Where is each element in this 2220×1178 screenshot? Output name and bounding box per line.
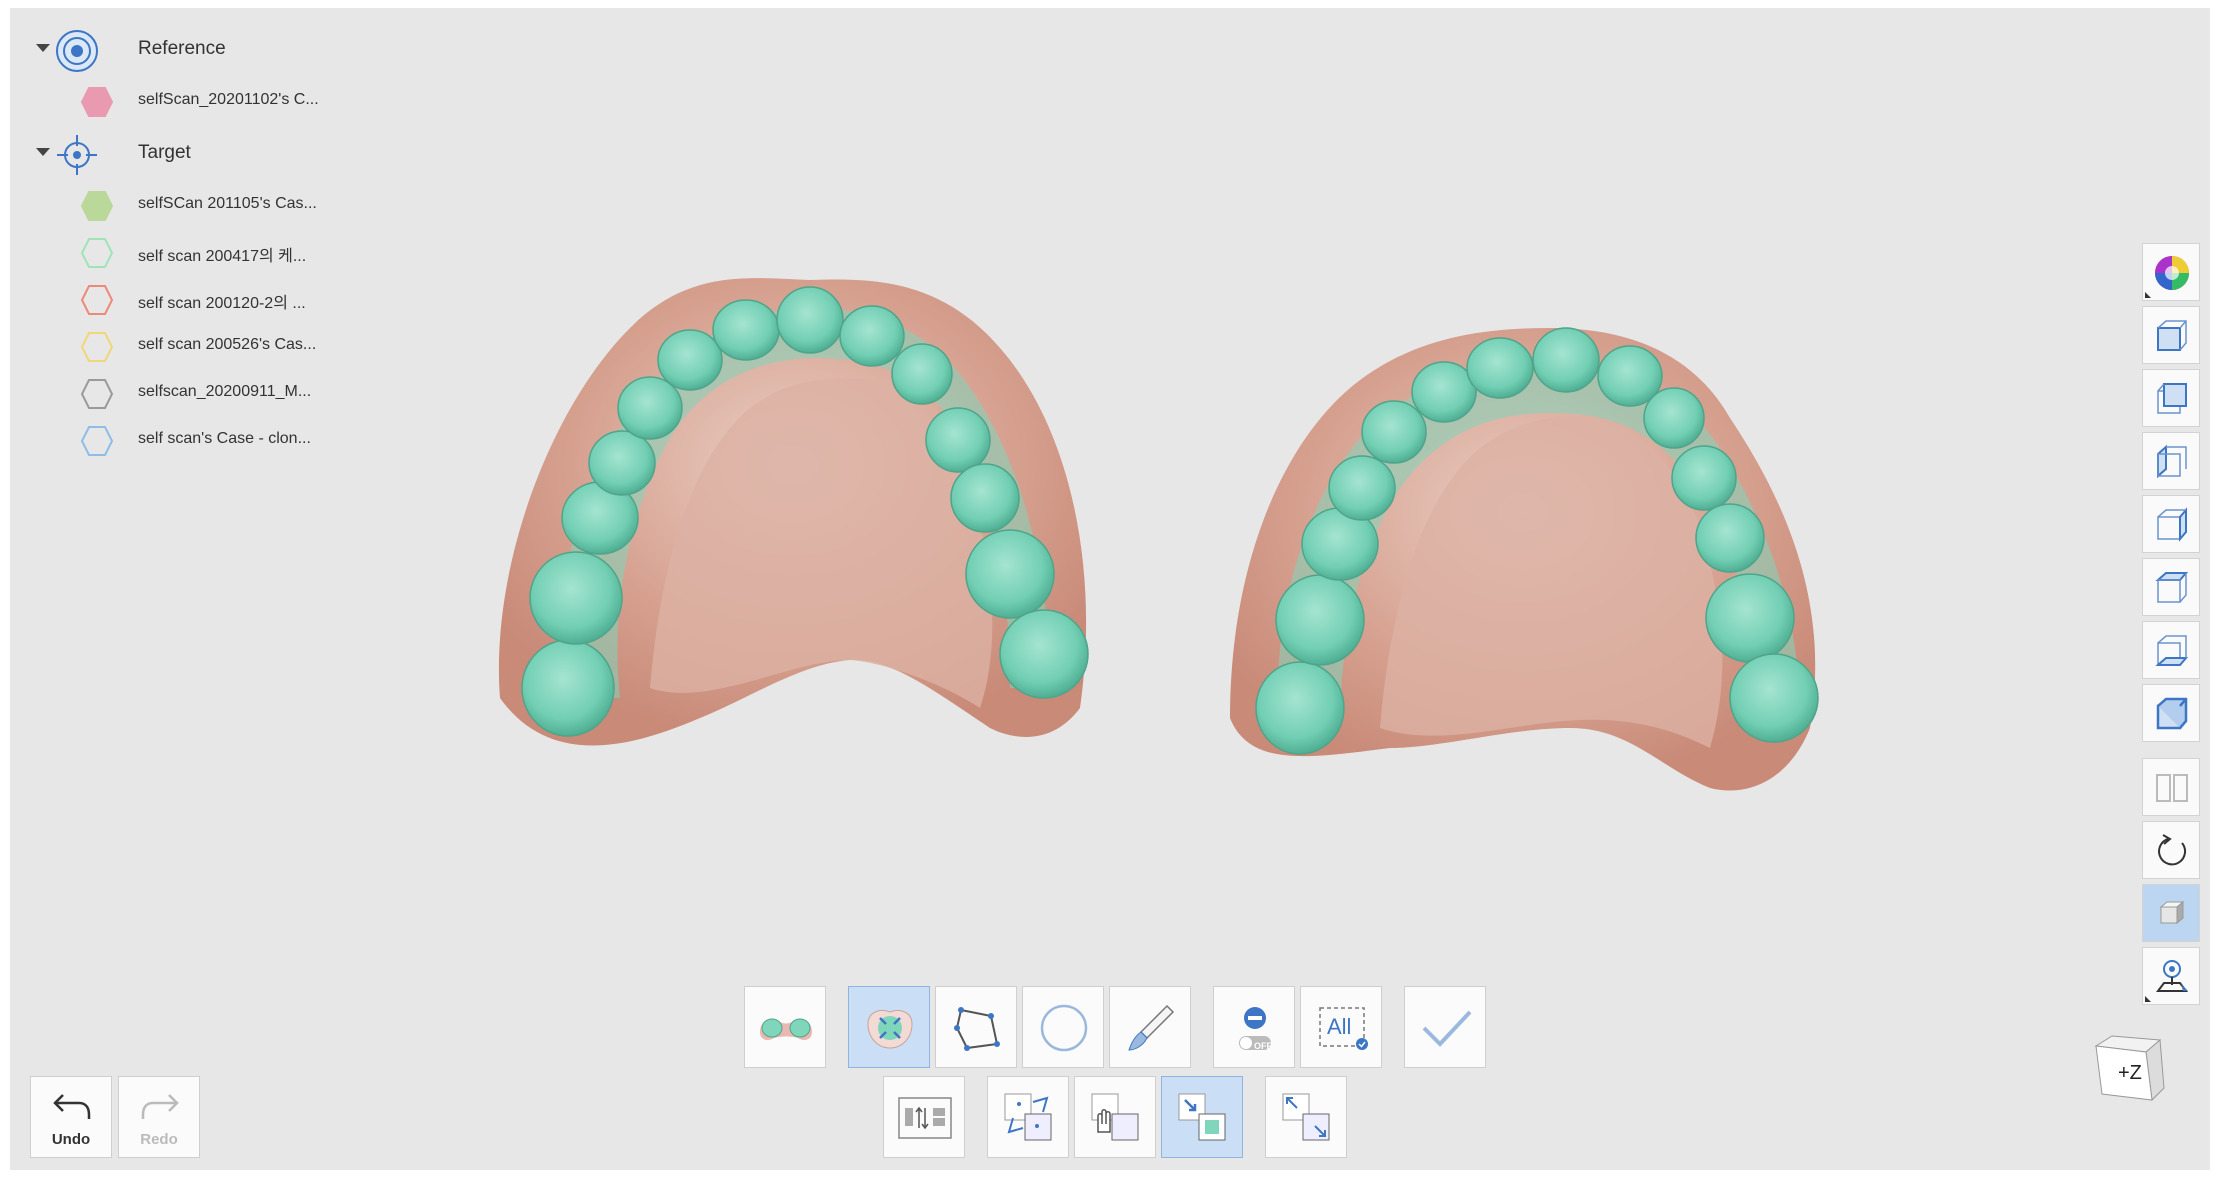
polygon-select-button[interactable] <box>935 986 1017 1068</box>
view-iso-button[interactable] <box>2142 684 2200 742</box>
view-top-cube-icon <box>2155 572 2189 603</box>
view-right-button[interactable] <box>2142 495 2200 553</box>
solid-view-button[interactable] <box>2142 884 2200 942</box>
view-top-button[interactable] <box>2142 558 2200 616</box>
align-point-icon <box>1004 1093 1052 1141</box>
split-view-button[interactable] <box>2142 758 2200 816</box>
undo-button[interactable]: Undo <box>30 1076 112 1158</box>
view-front-button[interactable] <box>2142 306 2200 364</box>
split-view-icon <box>2156 774 2188 802</box>
undo-arrow-icon <box>53 1094 91 1119</box>
view-left-cube-icon <box>2157 444 2187 479</box>
apply-check-icon <box>1422 1010 1472 1047</box>
view-back-cube-icon <box>2157 383 2187 414</box>
deselect-toggle-button[interactable]: OFF <box>1213 986 1295 1068</box>
orientation-cube[interactable]: +Z <box>2090 1026 2172 1108</box>
view-back-button[interactable] <box>2142 369 2200 427</box>
view-iso-cube-icon <box>2156 697 2188 730</box>
align-expand-button[interactable] <box>1265 1076 1347 1158</box>
locate-view-button[interactable] <box>2142 947 2200 1005</box>
align-hand-button[interactable] <box>1074 1076 1156 1158</box>
view-bottom-button[interactable] <box>2142 621 2200 679</box>
rotate-icon <box>2158 834 2187 866</box>
align-expand-icon <box>1282 1093 1330 1141</box>
apply-button[interactable] <box>1404 986 1486 1068</box>
teeth-select-icon <box>760 1018 812 1040</box>
rotate-button[interactable] <box>2142 821 2200 879</box>
brush-select-button[interactable] <box>1109 986 1191 1068</box>
align-settings-icon <box>898 1097 952 1139</box>
view-right-cube-icon <box>2157 507 2187 542</box>
align-hand-icon <box>1091 1093 1139 1141</box>
view-left-button[interactable] <box>2142 432 2200 490</box>
redo-button[interactable]: Redo <box>118 1076 200 1158</box>
color-wheel-icon <box>2155 256 2189 290</box>
align-settings-button[interactable] <box>883 1076 965 1158</box>
smart-select-icon <box>867 1010 913 1049</box>
polygon-select-icon <box>954 1007 1000 1051</box>
select-all-button[interactable]: All <box>1300 986 1382 1068</box>
teeth-select-button[interactable] <box>744 986 826 1068</box>
align-best-fit-icon <box>1178 1093 1226 1141</box>
view-front-cube-icon <box>2157 320 2187 351</box>
eye-locate-icon <box>2156 960 2188 992</box>
solid-cube-icon <box>2159 900 2185 925</box>
smart-select-button[interactable] <box>848 986 930 1068</box>
viewport-3d[interactable]: Reference selfScan_20201102's C... Targe… <box>10 8 2210 1170</box>
brush-select-icon <box>1128 1004 1175 1051</box>
view-bottom-cube-icon <box>2155 635 2189 666</box>
align-best-fit-button[interactable] <box>1161 1076 1243 1158</box>
color-wheel-button[interactable] <box>2142 243 2200 301</box>
select-all-label: All <box>1327 1014 1352 1039</box>
target-scan-model[interactable] <box>1230 327 1819 791</box>
align-point-button[interactable] <box>987 1076 1069 1158</box>
circle-select-button[interactable] <box>1022 986 1104 1068</box>
cube-face-label: +Z <box>2118 1062 2142 1084</box>
reference-scan-model[interactable] <box>498 278 1089 746</box>
toggle-state-label: OFF <box>1254 1041 1272 1051</box>
circle-select-icon <box>1040 1004 1088 1052</box>
redo-label: Redo <box>140 1131 178 1148</box>
redo-arrow-icon <box>141 1094 179 1119</box>
undo-label: Undo <box>51 1131 91 1148</box>
